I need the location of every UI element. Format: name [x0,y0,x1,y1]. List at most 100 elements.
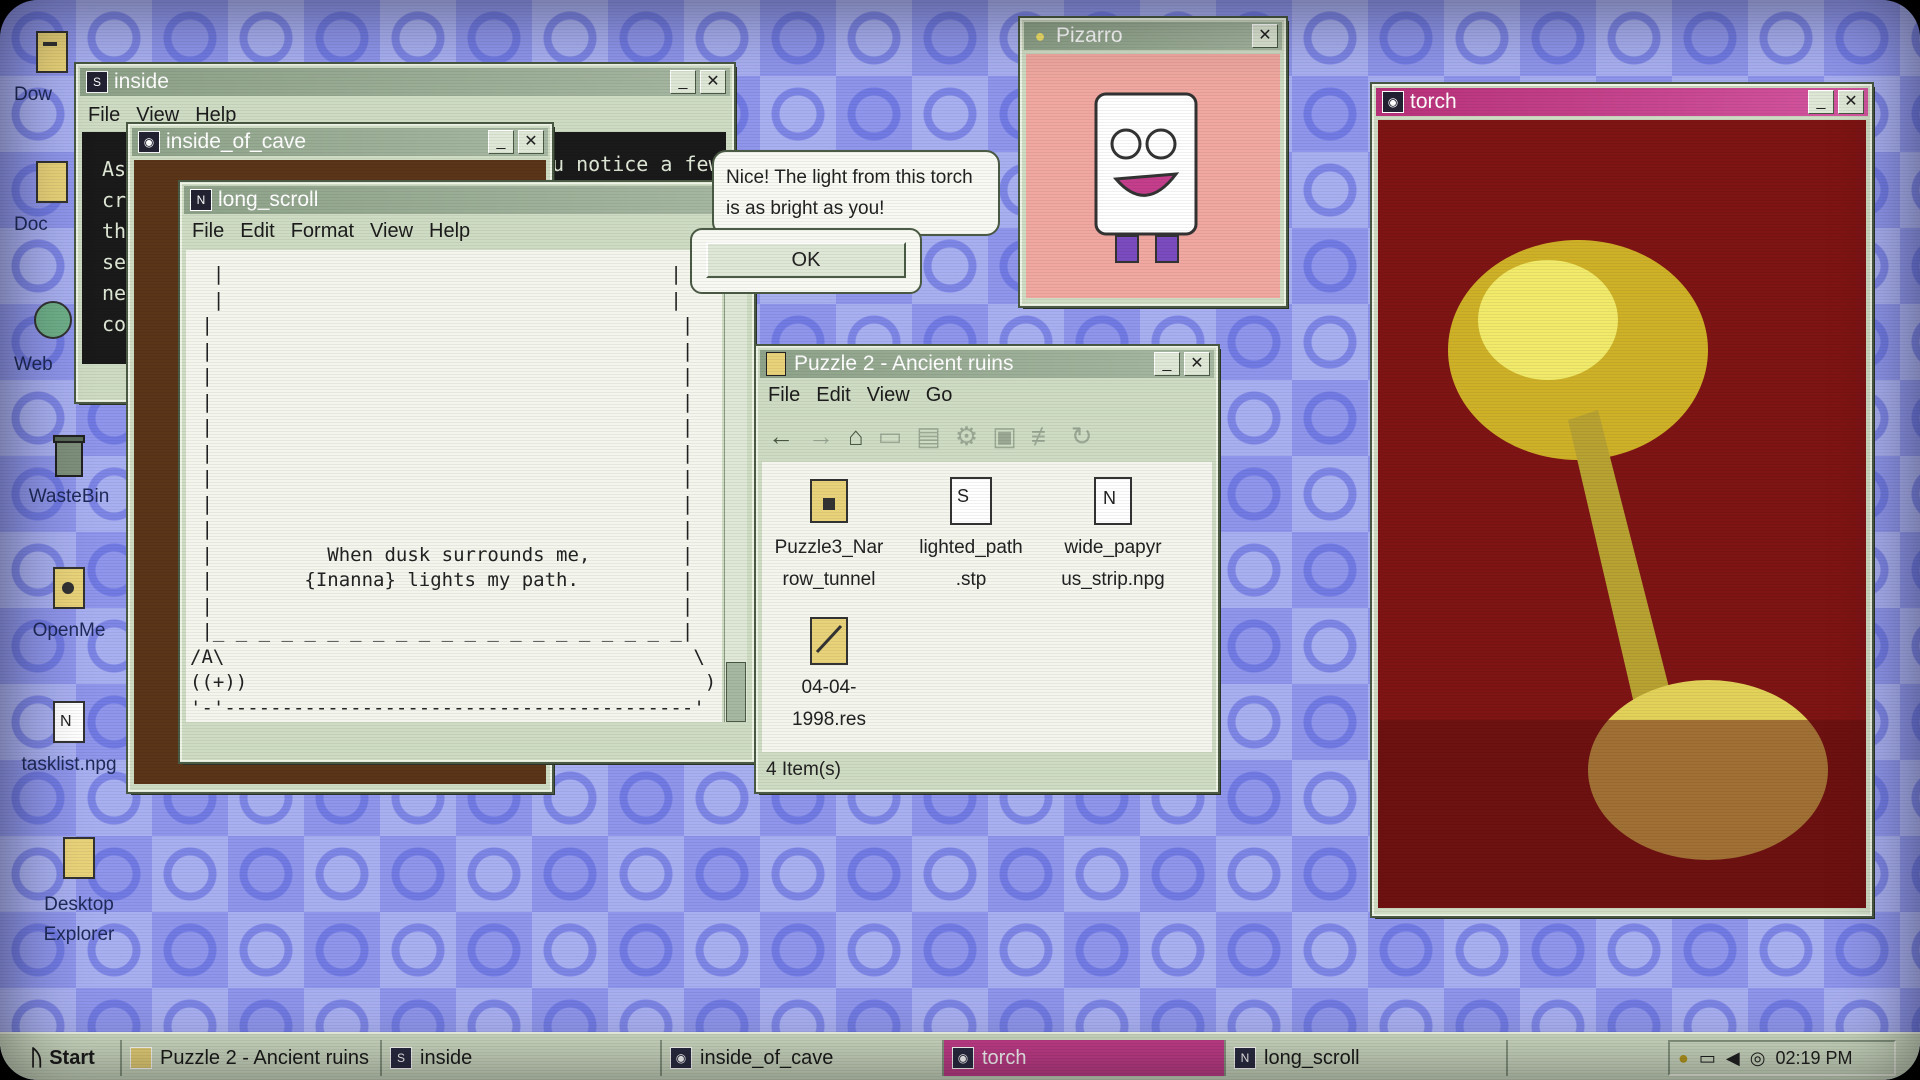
vertical-scrollbar[interactable] [724,250,747,722]
back-arrow-icon[interactable]: ← [768,421,794,452]
window-title: Pizarro [1056,24,1123,47]
titlebar-inside[interactable]: S inside _ ✕ [80,68,730,96]
delete-icon[interactable]: ▣ [992,421,1017,452]
task-label: torch [982,1046,1027,1069]
desktop-icon-wastebin[interactable]: WasteBin [14,428,124,508]
desktop-icon-openme[interactable]: OpenMe [14,562,124,642]
dialog-message: Nice! The light from this torch is as br… [726,167,973,219]
window-title: long_scroll [218,188,319,211]
start-label: Start [49,1046,95,1069]
close-button[interactable]: ✕ [1252,24,1278,48]
menu-file[interactable]: File [192,220,224,243]
window-torch[interactable]: ◉ torch _ ✕ [1370,82,1874,918]
menu-view[interactable]: View [867,384,910,407]
task-torch[interactable]: ◉ torch [944,1040,1226,1076]
window-title: inside_of_cave [166,130,307,153]
folder-icon [46,562,92,614]
torch-illustration [1378,240,1866,908]
titlebar-long-scroll[interactable]: N long_scroll _ [184,186,750,214]
menu-edit[interactable]: Edit [816,384,850,407]
menu-edit[interactable]: Edit [240,220,274,243]
properties-icon[interactable]: ≢ [1031,421,1057,452]
copy-icon[interactable]: ▤ [916,421,941,452]
refresh-icon[interactable]: ↻ [1071,421,1093,452]
globe-icon [31,296,77,348]
minimize-button[interactable]: _ [1154,352,1180,376]
menu-view[interactable]: View [370,220,413,243]
minimize-button[interactable]: _ [670,70,696,94]
file-name: Puzzle3_Nar row_tunnel [774,537,884,590]
file-list: Puzzle3_Nar row_tunnel S lighted_path .s… [762,462,1212,752]
image-icon: ◉ [670,1047,692,1069]
window-puzzle2[interactable]: Puzzle 2 - Ancient ruins _ ✕ File Edit V… [754,344,1220,794]
start-button[interactable]: ᚢ Start [0,1040,122,1076]
file-name: 04-04- 1998.res [792,677,866,730]
close-button[interactable]: ✕ [518,130,544,154]
task-puzzle2[interactable]: Puzzle 2 - Ancient ruins [122,1040,382,1076]
window-long-scroll[interactable]: N long_scroll _ File Edit Format View He… [178,180,756,764]
file-puzzle3[interactable]: Puzzle3_Nar row_tunnel [764,472,894,596]
svg-text:N: N [1103,488,1116,508]
window-title: torch [1410,90,1457,113]
desktop: Dow Doc Web WasteBin OpenMe N tasklist.n… [0,0,1920,1080]
image-icon: ◉ [952,1047,974,1069]
titlebar-pizarro[interactable]: ● Pizarro ✕ [1024,22,1282,50]
menu-go[interactable]: Go [926,384,953,407]
lightbulb-icon[interactable]: ● [1678,1048,1689,1069]
desktop-icon-label: tasklist.npg [21,754,117,775]
titlebar-inside-of-cave[interactable]: ◉ inside_of_cave _ ✕ [132,128,548,156]
desktop-icon-explorer[interactable]: Desktop Explorer [24,832,134,950]
menu-help[interactable]: Help [429,220,470,243]
display-icon[interactable]: ▭ [1699,1048,1716,1069]
desktop-icon-label: OpenMe [32,620,106,641]
speaker-icon[interactable]: ◀ [1726,1048,1740,1069]
titlebar-puzzle2[interactable]: Puzzle 2 - Ancient ruins _ ✕ [760,350,1214,378]
close-button[interactable]: ✕ [1838,90,1864,114]
notepad-mascot-icon [1094,92,1198,263]
desktop-icon-label: Dow [14,84,53,105]
task-inside-of-cave[interactable]: ◉ inside_of_cave [662,1040,944,1076]
task-label: inside [420,1046,473,1069]
file-name: lighted_path .stp [919,537,1023,590]
up-folder-icon[interactable]: ⌂ [848,421,864,452]
lightbulb-icon: ● [1034,25,1046,46]
desktop-icon-label: Desktop Explorer [43,894,115,945]
titlebar-torch[interactable]: ◉ torch _ ✕ [1376,88,1868,116]
image-icon: ◉ [138,131,160,153]
image-icon: ◉ [1382,91,1404,113]
task-long-scroll[interactable]: N long_scroll [1226,1040,1508,1076]
notepad-icon: N [190,189,212,211]
scrollbar-thumb[interactable] [726,662,746,722]
minimize-button[interactable]: _ [488,130,514,154]
task-inside[interactable]: S inside [382,1040,662,1076]
task-label: long_scroll [1264,1046,1360,1069]
menu-file[interactable]: File [88,104,120,127]
menu-file[interactable]: File [768,384,800,407]
trash-icon [46,428,92,480]
desktop-icon-label: Web [14,354,53,375]
folder-icon [766,352,786,376]
network-icon[interactable]: ◎ [1750,1048,1766,1069]
close-button[interactable]: ✕ [1184,352,1210,376]
menu-format[interactable]: Format [291,220,354,243]
desktop-icon-tasklist[interactable]: N tasklist.npg [14,696,124,776]
story-partial-line: u notice a few [552,152,721,176]
ok-button[interactable]: OK [706,242,906,278]
file-wide-papyrus[interactable]: N wide_papyr us_strip.npg [1048,472,1178,596]
window-title: inside [114,70,169,93]
desktop-icon-label: Doc [14,214,48,235]
window-pizarro[interactable]: ● Pizarro ✕ [1018,16,1288,308]
task-label: Puzzle 2 - Ancient ruins [160,1046,369,1069]
settings-gear-icon[interactable]: ⚙ [955,421,978,452]
file-lighted-path[interactable]: S lighted_path .stp [906,472,1036,596]
forward-arrow-icon[interactable]: → [808,421,834,452]
file-04-04-1998[interactable]: 04-04- 1998.res [764,612,894,736]
dialog-ok-frame: OK [690,228,922,294]
minimize-button[interactable]: _ [1808,90,1834,114]
close-button[interactable]: ✕ [700,70,726,94]
stp-icon: S [86,71,108,93]
scroll-text-area[interactable]: | | | | | | | | | | | | | | | | | | | | … [186,250,722,722]
cut-icon[interactable]: ▭ [878,421,903,452]
status-bar: 4 Item(s) [762,756,1212,784]
stp-document-icon: S [945,472,997,528]
